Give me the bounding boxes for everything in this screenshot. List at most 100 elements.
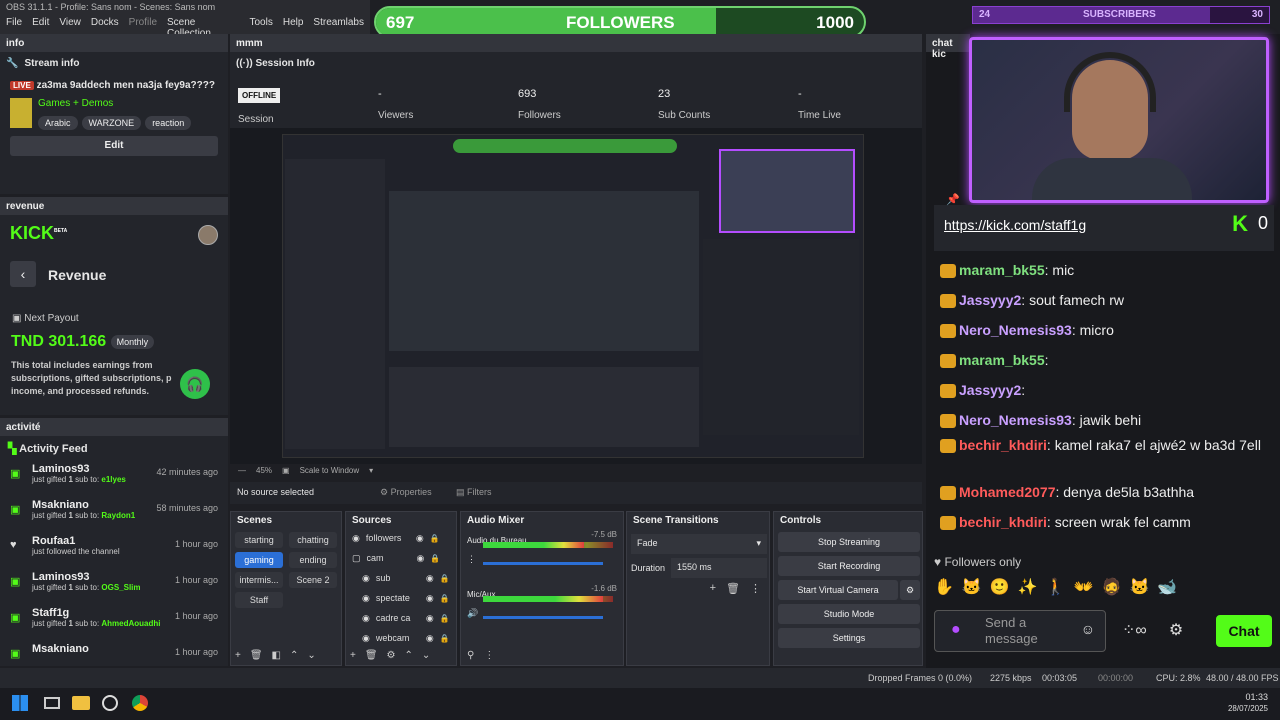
chat-username[interactable]: Jassyyy2 (959, 382, 1021, 398)
chat-input[interactable]: ● Send a message ☺ (934, 610, 1106, 652)
up-icon[interactable]: ⌃ (405, 650, 413, 661)
source-name: sub (375, 573, 391, 583)
back-button[interactable]: ‹ (10, 261, 36, 287)
duration-input[interactable]: 1550 ms (671, 558, 767, 578)
zoom-out-icon[interactable]: — (238, 466, 246, 476)
category-tag[interactable]: WARZONE (81, 116, 142, 130)
source-item[interactable]: ▢ cam ◉ 🔒 (346, 548, 456, 568)
channel-url[interactable]: https://kick.com/staff1g (944, 217, 1086, 233)
eye-icon[interactable]: ◉ (426, 613, 434, 624)
chat-message: Jassyyy2: sout famech rw (940, 285, 1270, 315)
eye-icon[interactable]: ◉ (426, 633, 434, 644)
zoom-in-icon[interactable]: ▣ (282, 466, 290, 476)
volume-slider[interactable] (483, 562, 603, 565)
scene-staff[interactable]: Staff (235, 592, 283, 608)
lock-icon[interactable]: 🔒 (440, 634, 450, 643)
chevron-down-icon[interactable]: ▾ (369, 466, 373, 476)
scene-starting[interactable]: starting (235, 532, 283, 548)
trash-icon[interactable]: 🗑 (250, 650, 263, 661)
windows-start-icon[interactable] (12, 695, 28, 711)
more-icon[interactable]: ⋮ (484, 650, 494, 661)
mute-icon[interactable]: ⋮ (467, 554, 476, 565)
activity-time: 1 hour ago (174, 539, 218, 549)
scene-gaming[interactable]: gaming (235, 552, 283, 568)
mic-icon[interactable]: ● (951, 621, 961, 639)
menu-docks[interactable]: Docks (91, 17, 119, 31)
chat-username[interactable]: maram_bk55 (959, 352, 1045, 368)
lock-icon[interactable]: 🔒 (430, 534, 440, 543)
lock-icon[interactable]: 🔒 (440, 574, 450, 583)
chat-username[interactable]: Jassyyy2 (959, 292, 1021, 308)
category-tag[interactable]: Arabic (38, 116, 78, 130)
scene-ending[interactable]: ending (289, 552, 337, 568)
edit-stream-button[interactable]: Edit (10, 136, 218, 156)
lock-icon[interactable]: 🔒 (440, 614, 450, 623)
scene-intermis[interactable]: intermis... (235, 572, 283, 588)
gear-icon[interactable]: ⚙ (387, 650, 396, 661)
menu-tools[interactable]: Tools (249, 17, 272, 31)
activity-mid: sub to: (72, 475, 102, 484)
eye-icon[interactable]: ◉ (417, 553, 425, 564)
category-tag[interactable]: reaction (145, 116, 192, 130)
help-fab[interactable]: 🎧 (180, 369, 210, 399)
stop-streaming-button[interactable]: Stop Streaming (778, 532, 920, 552)
points-icon[interactable]: ⁘∞ (1122, 620, 1147, 640)
settings-icon[interactable]: ⚙ (1169, 620, 1183, 640)
lock-icon[interactable]: 🔒 (430, 554, 440, 563)
down-icon[interactable]: ⌄ (307, 650, 315, 661)
properties-button[interactable]: ⚙ Properties (380, 487, 432, 498)
menu-profile[interactable]: Profile (129, 17, 157, 31)
add-icon[interactable]: + (710, 582, 716, 595)
scale-mode[interactable]: Scale to Window (300, 466, 360, 476)
link-icon[interactable]: ⚲ (467, 650, 474, 661)
eye-icon[interactable]: ◉ (416, 533, 424, 544)
menu-view[interactable]: View (59, 17, 81, 31)
settings-button[interactable]: Settings (778, 628, 920, 648)
chat-username[interactable]: bechir_khdiri (959, 514, 1047, 530)
filters-button[interactable]: ▤ Filters (456, 487, 492, 498)
start-virtual-camera-button[interactable]: Start Virtual Camera (778, 580, 898, 600)
preview-area[interactable] (230, 128, 922, 464)
menu-help[interactable]: Help (283, 17, 304, 31)
chrome-icon[interactable] (132, 695, 148, 711)
down-icon[interactable]: ⌄ (422, 650, 430, 661)
source-item[interactable]: ◉ spectate ◉ 🔒 (346, 588, 456, 608)
chat-username[interactable]: maram_bk55 (959, 262, 1045, 278)
emoji-icon[interactable]: ☺ (1081, 621, 1095, 637)
trash-icon[interactable]: 🗑 (365, 650, 378, 661)
eye-icon[interactable]: ◉ (426, 593, 434, 604)
speaker-icon[interactable]: 🔊 (467, 608, 478, 619)
chat-username[interactable]: Mohamed2077 (959, 484, 1055, 500)
source-item[interactable]: ◉ followers ◉ 🔒 (346, 528, 456, 548)
menu-file[interactable]: File (6, 17, 22, 31)
source-item[interactable]: ◉ webcam ◉ 🔒 (346, 628, 456, 648)
volume-slider[interactable] (483, 616, 603, 619)
source-item[interactable]: ◉ sub ◉ 🔒 (346, 568, 456, 588)
up-icon[interactable]: ⌃ (290, 650, 298, 661)
user-avatar[interactable] (198, 225, 218, 245)
obs-icon[interactable] (102, 695, 118, 711)
eye-icon[interactable]: ◉ (426, 573, 434, 584)
menu-streamlabs[interactable]: Streamlabs (313, 17, 364, 31)
chat-username[interactable]: bechir_khdiri (959, 437, 1047, 453)
add-icon[interactable]: + (350, 650, 356, 661)
lock-icon[interactable]: 🔒 (440, 594, 450, 603)
filter-icon[interactable]: ◧ (272, 650, 281, 661)
source-item[interactable]: ◉ cadre ca ◉ 🔒 (346, 608, 456, 628)
studio-mode-button[interactable]: Studio Mode (778, 604, 920, 624)
add-icon[interactable]: + (235, 650, 241, 661)
transition-select[interactable]: Fade ▾ (631, 534, 767, 554)
chat-username[interactable]: Nero_Nemesis93 (959, 412, 1072, 428)
start-recording-button[interactable]: Start Recording (778, 556, 920, 576)
trash-icon[interactable]: 🗑 (726, 582, 740, 595)
menu-scene-collection[interactable]: Scene Collection (167, 17, 239, 39)
scene-chatting[interactable]: chatting (289, 532, 337, 548)
virtual-camera-settings-icon[interactable]: ⚙ (900, 580, 920, 600)
file-explorer-icon[interactable] (72, 696, 90, 710)
more-icon[interactable]: ⋮ (750, 582, 761, 595)
chat-send-button[interactable]: Chat (1216, 615, 1272, 647)
task-view-icon[interactable] (44, 697, 60, 709)
chat-username[interactable]: Nero_Nemesis93 (959, 322, 1072, 338)
scene-scene2[interactable]: Scene 2 (289, 572, 337, 588)
menu-edit[interactable]: Edit (32, 17, 49, 31)
